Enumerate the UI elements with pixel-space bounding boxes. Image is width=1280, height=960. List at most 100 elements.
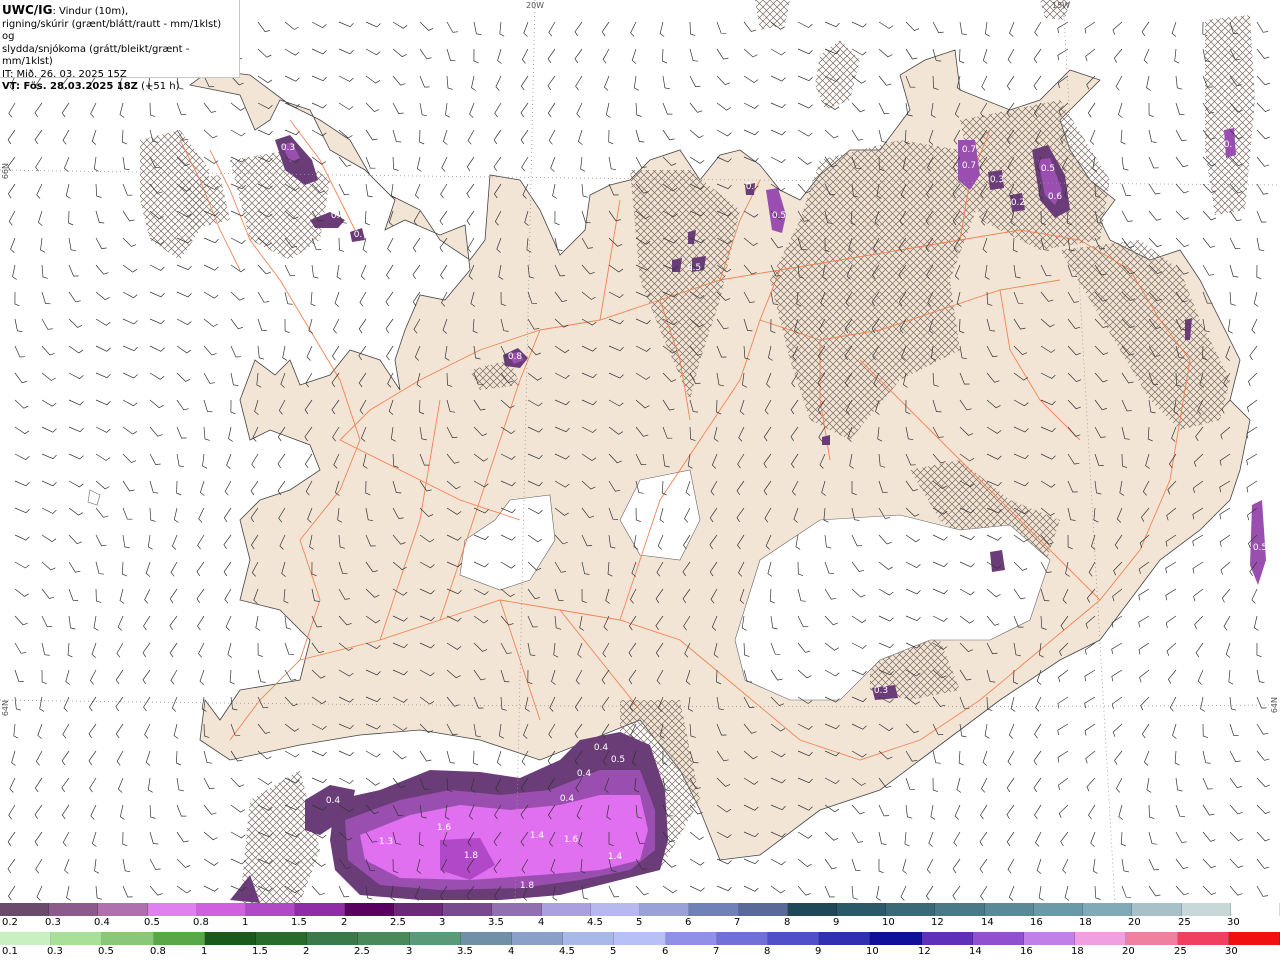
legend-label: 3.5 (457, 946, 473, 957)
legend-label: 1 (201, 946, 208, 957)
legend-swatch (0, 903, 50, 916)
legend-swatch (1075, 932, 1127, 945)
legend-swatch (1228, 932, 1280, 945)
legend-swatch (738, 903, 788, 916)
precip-value-label: 0.5 (687, 263, 701, 273)
legend-swatch (819, 932, 871, 945)
precip-value-label: 0.8 (508, 352, 523, 362)
legend-label: 18 (1071, 946, 1084, 957)
precip-value-label: 0.3 (990, 175, 1004, 185)
legend-swatch (768, 932, 820, 945)
legend-swatch (541, 903, 591, 916)
precip-value-label: 1.4 (608, 852, 623, 862)
legend-label: 8 (784, 917, 791, 928)
variable-desc: : Vindur (10m), (52, 6, 129, 17)
legend-label: 30 (1227, 917, 1240, 928)
legend-label: 20 (1128, 917, 1141, 928)
legend-label: 2.5 (390, 917, 406, 928)
precip-value-label: 1.4 (530, 831, 545, 841)
legend-swatch (590, 903, 641, 916)
legend-swatch (665, 932, 717, 945)
lon-label-15w: 15W (1052, 1, 1071, 10)
legend-swatch (1132, 903, 1182, 916)
legend-label: 5 (636, 917, 643, 928)
legend-swatch (1083, 903, 1133, 916)
precip-value-label: 0. (746, 182, 755, 192)
precip-value-label: 0.5 (1253, 543, 1267, 553)
legend-label: 2 (341, 917, 348, 928)
legend-swatch (246, 903, 296, 916)
legend-swatch (1230, 903, 1280, 916)
precip-value-label: 0. (354, 230, 363, 240)
legend-label: 2.5 (354, 946, 370, 957)
legend-label: 6 (685, 917, 692, 928)
legend-swatch (787, 903, 837, 916)
legend-swatch (836, 903, 887, 916)
legend-label: 0.3 (45, 917, 61, 928)
precip-value-label: 0.4 (594, 743, 609, 753)
legend-label: 1 (242, 917, 249, 928)
legend-label: 18 (1079, 917, 1092, 928)
legend-swatch (256, 932, 308, 945)
rain-legend-labels: 0.1 0.3 0.5 0.8 1 1.5 2 2.5 3 3.5 4 4.5 5 6 7 8 9 10 12 14 1… (0, 945, 1280, 959)
precip-value-label: 1.8 (464, 851, 479, 861)
legend-label: 0.2 (2, 917, 18, 928)
precip-value-label: 0.4 (577, 769, 592, 779)
precip-value-label: 1.3 (379, 837, 393, 847)
legend-swatch (49, 903, 99, 916)
legend-swatch (870, 932, 922, 945)
legend-label: 3 (406, 946, 413, 957)
legend-swatch (51, 932, 103, 945)
color-legend: 0.2 0.3 0.4 0.5 0.8 1 1.5 2 2.5 3 3.5 4 4.5 5 6 7 8 9 10 12… (0, 903, 1280, 960)
lat-label-66n: 66N (1, 163, 10, 180)
legend-swatch (1126, 932, 1178, 945)
legend-swatch (886, 903, 936, 916)
snow-legend-labels: 0.2 0.3 0.4 0.5 0.8 1 1.5 2 2.5 3 3.5 4 4.5 5 6 7 8 9 10 12… (0, 916, 1280, 930)
legend-swatch (295, 903, 345, 916)
legend-label: 3 (439, 917, 446, 928)
precip-value-label: 1.6 (564, 835, 579, 845)
precip-value-label: 0.2 (1011, 198, 1025, 208)
precip-value-label: 0.4 (326, 796, 341, 806)
legend-swatch (307, 932, 359, 945)
legend-label: 16 (1020, 946, 1033, 957)
legend-label: 25 (1178, 917, 1191, 928)
legend-label: 7 (713, 946, 720, 957)
legend-swatch (0, 932, 52, 945)
precip-value-label: 0.5 (611, 755, 625, 765)
legend-label: 14 (969, 946, 982, 957)
precip-value-label: 0.3 (874, 686, 888, 696)
legend-swatch (344, 903, 394, 916)
legend-label: 9 (833, 917, 840, 928)
legend-swatch (393, 903, 444, 916)
legend-swatch (512, 932, 564, 945)
snow-desc: slydda/snjókoma (grátt/bleikt/grænt - mm… (2, 43, 190, 68)
rain-legend-bar (0, 932, 1280, 945)
legend-swatch (443, 903, 493, 916)
lat-label-64n-left: 64N (1, 700, 10, 717)
legend-label: 0.4 (94, 917, 110, 928)
legend-swatch (984, 903, 1034, 916)
legend-label: 4 (538, 917, 545, 928)
legend-swatch (1181, 903, 1231, 916)
legend-label: 5 (610, 946, 617, 957)
legend-label: 1.5 (291, 917, 307, 928)
legend-swatch (492, 903, 542, 916)
rain-desc: rigning/skúrir (grænt/blátt/rautt - mm/1… (2, 18, 222, 43)
model-name: UWC/IG (2, 3, 53, 17)
legend-label: 2 (303, 946, 310, 957)
legend-swatch (409, 932, 461, 945)
legend-swatch (147, 903, 197, 916)
legend-label: 25 (1174, 946, 1187, 957)
legend-label: 4.5 (559, 946, 575, 957)
lead-time: (+51 h) (141, 81, 180, 92)
legend-label: 12 (931, 917, 944, 928)
precip-value-label: 0. (1224, 140, 1233, 150)
legend-label: 10 (866, 946, 879, 957)
legend-label: 7 (734, 917, 741, 928)
legend-label: 4.5 (587, 917, 603, 928)
legend-label: 0.5 (98, 946, 114, 957)
legend-swatch (1177, 932, 1229, 945)
precip-value-label: 1.6 (437, 823, 452, 833)
legend-label: 3.5 (488, 917, 504, 928)
